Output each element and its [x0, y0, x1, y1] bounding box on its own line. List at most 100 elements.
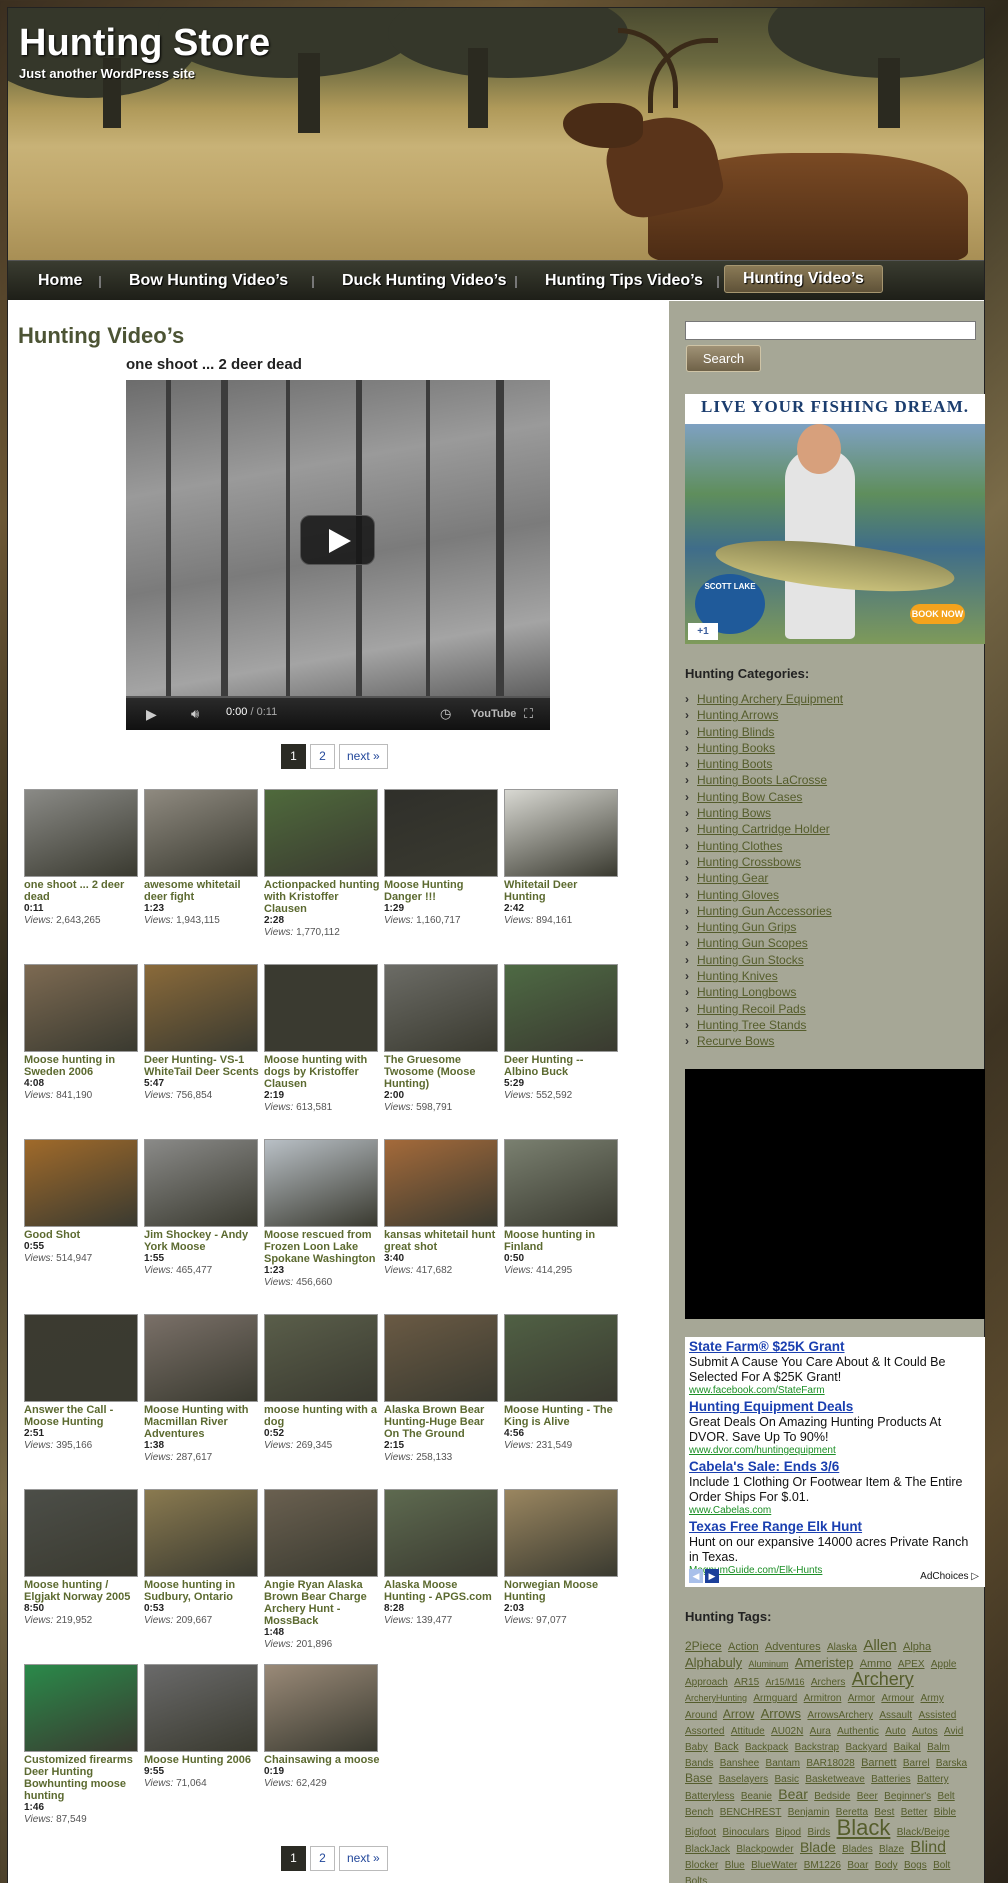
tag-link[interactable]: Armguard [753, 1693, 797, 1704]
tag-link[interactable]: ArrowsArchery [807, 1710, 873, 1721]
video-item[interactable]: one shoot ... 2 deer dead 0:11 Views: 2,64… [24, 789, 140, 927]
tag-link[interactable]: Action [728, 1641, 759, 1653]
video-item[interactable]: Moose Hunting Danger !!! 1:29 Views: 1,160… [384, 789, 500, 927]
tag-link[interactable]: Better [901, 1807, 928, 1818]
video-thumbnail[interactable] [24, 1489, 138, 1577]
video-item[interactable]: Moose hunting / Elgjakt Norway 2005 8:50 V… [24, 1489, 140, 1627]
tag-link[interactable]: Armitron [804, 1693, 842, 1704]
tag-link[interactable]: Bench [685, 1807, 713, 1818]
video-item-title[interactable]: Moose hunting with dogs by Kristoffer Cl… [264, 1054, 380, 1090]
video-thumbnail[interactable] [24, 1664, 138, 1752]
tag-link[interactable]: Approach [685, 1677, 728, 1688]
video-item[interactable]: Deer Hunting- VS-1 WhiteTail Deer Scents… [144, 964, 260, 1102]
video-item-title[interactable]: Moose Hunting 2006 [144, 1754, 260, 1766]
video-thumbnail[interactable] [384, 1489, 498, 1577]
video-thumbnail[interactable] [384, 964, 498, 1052]
category-link[interactable]: Recurve Bows [685, 1033, 975, 1049]
video-item[interactable]: Jim Shockey - Andy York Moose 1:55 Views: … [144, 1139, 260, 1277]
tag-link[interactable]: Assault [879, 1710, 912, 1721]
video-item-title[interactable]: Jim Shockey - Andy York Moose [144, 1229, 260, 1253]
tag-link[interactable]: Alaska [827, 1642, 857, 1653]
text-ad[interactable]: State Farm® $25K Grant Submit A Cause You… [689, 1339, 981, 1397]
tag-link[interactable]: Archery [852, 1669, 914, 1689]
tag-link[interactable]: Arrows [761, 1706, 801, 1721]
video-item-title[interactable]: Moose hunting in Finland [504, 1229, 620, 1253]
video-item-title[interactable]: moose hunting with a dog [264, 1404, 380, 1428]
play-pause-icon[interactable]: ▶ [146, 705, 157, 723]
tag-link[interactable]: Barrel [903, 1758, 930, 1769]
tag-link[interactable]: Aluminum [748, 1659, 788, 1669]
tag-link[interactable]: Barnett [861, 1757, 896, 1769]
video-thumbnail[interactable] [504, 964, 618, 1052]
video-thumbnail[interactable] [144, 964, 258, 1052]
tag-link[interactable]: Bigfoot [685, 1827, 716, 1838]
video-thumbnail[interactable] [24, 964, 138, 1052]
tag-link[interactable]: Ameristep [795, 1655, 854, 1670]
video-item-title[interactable]: Moose Hunting Danger !!! [384, 879, 500, 903]
tag-link[interactable]: Assisted [918, 1710, 956, 1721]
video-item-title[interactable]: Norwegian Moose Hunting [504, 1579, 620, 1603]
tag-link[interactable]: 2Piece [685, 1639, 722, 1653]
search-input[interactable] [685, 321, 976, 340]
tag-link[interactable]: Baikal [894, 1742, 921, 1753]
tag-link[interactable]: Blades [842, 1844, 873, 1855]
fishing-ad-banner[interactable]: LIVE YOUR FISHING DREAM. SCOTT LAKE BOOK… [685, 394, 985, 644]
tag-link[interactable]: Bogs [904, 1860, 927, 1871]
video-item-title[interactable]: kansas whitetail hunt great shot [384, 1229, 500, 1253]
tag-link[interactable]: Blue [725, 1860, 745, 1871]
video-item-title[interactable]: The Gruesome Twosome (Moose Hunting) [384, 1054, 500, 1090]
category-link[interactable]: Hunting Gun Grips [685, 919, 975, 935]
category-link[interactable]: Hunting Books [685, 740, 975, 756]
video-item[interactable]: Deer Hunting -- Albino Buck 5:29 Views: 55… [504, 964, 620, 1102]
tag-link[interactable]: Apple [931, 1659, 957, 1670]
tag-link[interactable]: Allen [863, 1637, 896, 1654]
tag-link[interactable]: Beanie [741, 1791, 772, 1802]
tag-link[interactable]: Ar15/M16 [766, 1677, 805, 1687]
category-link[interactable]: Hunting Clothes [685, 838, 975, 854]
tag-link[interactable]: Birds [807, 1827, 830, 1838]
category-link[interactable]: Hunting Longbows [685, 984, 975, 1000]
tag-link[interactable]: Alphabuly [685, 1655, 742, 1670]
category-link[interactable]: Hunting Archery Equipment [685, 691, 975, 707]
video-item-title[interactable]: Deer Hunting -- Albino Buck [504, 1054, 620, 1078]
tag-link[interactable]: Bantam [766, 1758, 800, 1769]
video-item-title[interactable]: Moose hunting in Sudbury, Ontario [144, 1579, 260, 1603]
video-item-title[interactable]: Customized firearms Deer Hunting Bowhunt… [24, 1754, 140, 1802]
video-player[interactable]: ▶ 🔊︎ 0:00 / 0:11 ◷ YouTube ⛶ [126, 380, 550, 730]
tag-link[interactable]: BENCHREST [720, 1807, 782, 1818]
video-thumbnail[interactable] [264, 789, 378, 877]
video-item-title[interactable]: Alaska Brown Bear Hunting-Huge Bear On T… [384, 1404, 500, 1440]
youtube-logo[interactable]: YouTube [471, 705, 516, 723]
tag-link[interactable]: Base [685, 1771, 712, 1785]
search-button[interactable]: Search [686, 345, 761, 372]
video-thumbnail[interactable] [384, 1314, 498, 1402]
ad-prev-icon[interactable]: ◀ [689, 1569, 703, 1583]
video-thumbnail[interactable] [144, 1314, 258, 1402]
tag-link[interactable]: Archers [811, 1677, 845, 1688]
ad-book-now-button[interactable]: BOOK NOW [910, 604, 965, 624]
video-thumbnail[interactable] [24, 1139, 138, 1227]
tag-link[interactable]: ArcheryHunting [685, 1693, 747, 1703]
category-link[interactable]: Hunting Crossbows [685, 854, 975, 870]
video-item[interactable]: The Gruesome Twosome (Moose Hunting) 2:00… [384, 964, 500, 1114]
tag-link[interactable]: Adventures [765, 1641, 821, 1653]
nav-item-bow-hunting[interactable]: Bow Hunting Video’s [111, 266, 306, 296]
tag-link[interactable]: Bolt [933, 1860, 950, 1871]
site-title[interactable]: Hunting Store [19, 22, 270, 65]
video-item-title[interactable]: Deer Hunting- VS-1 WhiteTail Deer Scents [144, 1054, 260, 1078]
category-link[interactable]: Hunting Tree Stands [685, 1017, 975, 1033]
video-thumbnail[interactable] [144, 1139, 258, 1227]
tag-link[interactable]: Binoculars [722, 1827, 769, 1838]
nav-item-duck-hunting[interactable]: Duck Hunting Video’s [324, 266, 524, 296]
video-item[interactable]: Alaska Moose Hunting - APGS.com 8:28 Views… [384, 1489, 500, 1627]
video-item-title[interactable]: Angie Ryan Alaska Brown Bear Charge Arch… [264, 1579, 380, 1627]
video-thumbnail[interactable] [264, 964, 378, 1052]
tag-link[interactable]: Assorted [685, 1726, 724, 1737]
tag-link[interactable]: Attitude [731, 1726, 765, 1737]
video-thumbnail[interactable] [24, 789, 138, 877]
category-link[interactable]: Hunting Gloves [685, 887, 975, 903]
watch-later-icon[interactable]: ◷ [440, 705, 451, 723]
text-ad-title[interactable]: Cabela's Sale: Ends 3/6 [689, 1459, 981, 1475]
video-item[interactable]: Actionpacked hunting with Kristoffer Cla… [264, 789, 380, 939]
tag-link[interactable]: Around [685, 1710, 717, 1721]
